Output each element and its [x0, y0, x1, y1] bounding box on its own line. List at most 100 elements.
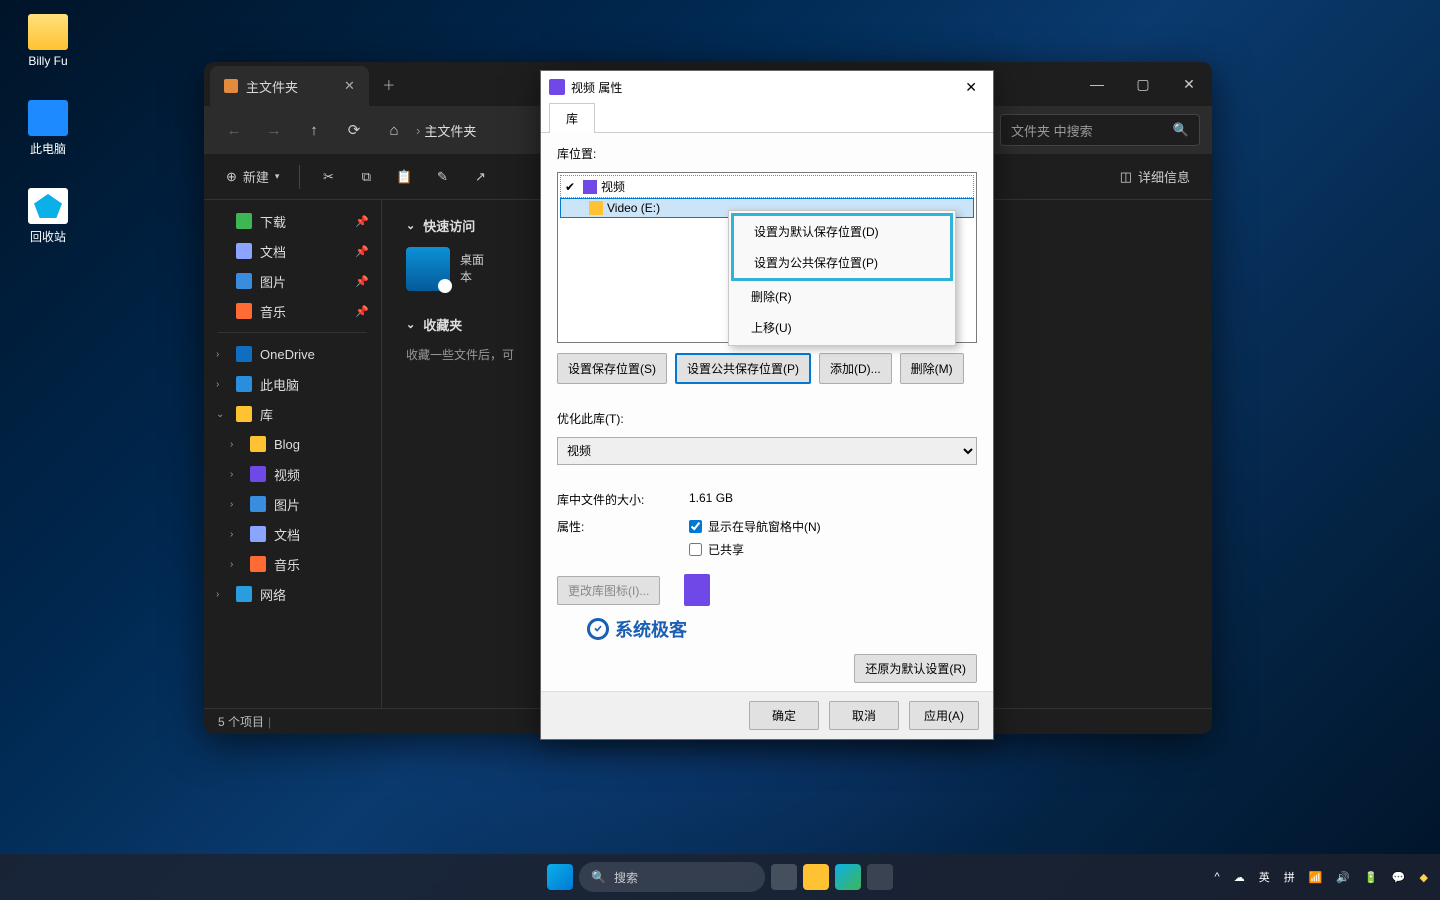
- ctx-set-default-save[interactable]: 设置为默认保存位置(D): [734, 216, 950, 247]
- breadcrumb-separator: ›: [416, 123, 420, 138]
- chevron-right-icon: ›: [230, 469, 242, 480]
- onedrive-icon: [236, 346, 252, 362]
- desktop-icon-label: Billy Fu: [28, 54, 67, 68]
- new-button[interactable]: ⊕新建▾: [218, 161, 287, 192]
- apply-button[interactable]: 应用(A): [909, 701, 979, 730]
- list-item-root[interactable]: ✔ 视频: [560, 175, 974, 198]
- sidebar-item-blog[interactable]: ›Blog: [204, 429, 381, 459]
- home-button[interactable]: ⌂: [376, 112, 412, 148]
- ctx-set-public-save[interactable]: 设置为公共保存位置(P): [734, 247, 950, 278]
- set-save-location-button[interactable]: 设置保存位置(S): [557, 353, 667, 384]
- music-icon: [250, 556, 266, 572]
- library-location-label: 库位置:: [557, 145, 977, 162]
- refresh-button[interactable]: ⟳: [336, 112, 372, 148]
- edge-taskbar-icon[interactable]: [835, 864, 861, 890]
- forward-button[interactable]: →: [256, 112, 292, 148]
- details-button[interactable]: ◫详细信息: [1112, 161, 1198, 192]
- sidebar-item-network[interactable]: ›网络: [204, 579, 381, 609]
- tab-library[interactable]: 库: [549, 103, 595, 133]
- ime-lang[interactable]: 英: [1259, 869, 1270, 885]
- set-public-save-button[interactable]: 设置公共保存位置(P): [675, 353, 811, 384]
- battery-icon[interactable]: 🔋: [1364, 871, 1378, 884]
- cancel-button[interactable]: 取消: [829, 701, 899, 730]
- explorer-taskbar-icon[interactable]: [803, 864, 829, 890]
- volume-icon[interactable]: 🔊: [1336, 871, 1350, 884]
- dialog-close-button[interactable]: ✕: [957, 77, 985, 98]
- video-icon: [583, 180, 597, 194]
- sidebar-item-documents[interactable]: 文档📌: [204, 236, 381, 266]
- divider: [299, 165, 300, 189]
- close-button[interactable]: ✕: [1166, 62, 1212, 106]
- properties-dialog: 视频 属性 ✕ 库 库位置: ✔ 视频 Video (E:) 设置保存位置(S)…: [540, 70, 994, 740]
- chevron-right-icon: ›: [216, 589, 228, 600]
- back-button[interactable]: ←: [216, 112, 252, 148]
- new-tab-button[interactable]: ＋: [369, 62, 409, 106]
- notification-icon[interactable]: 💬: [1392, 871, 1406, 884]
- restore-defaults-button[interactable]: 还原为默认设置(R): [854, 654, 977, 683]
- sidebar-item-thispc[interactable]: ›此电脑: [204, 369, 381, 399]
- sidebar-item-library[interactable]: ⌄库: [204, 399, 381, 429]
- share-icon: ↗: [475, 169, 486, 185]
- shared-checkbox[interactable]: 已共享: [689, 541, 977, 558]
- desktop-icon-user[interactable]: Billy Fu: [18, 14, 78, 68]
- rename-button[interactable]: ✎: [426, 163, 458, 191]
- tab-close-button[interactable]: ✕: [344, 78, 355, 94]
- attributes-label: 属性:: [557, 518, 673, 535]
- sidebar-item-downloads[interactable]: 下载📌: [204, 206, 381, 236]
- minimize-button[interactable]: —: [1074, 62, 1120, 106]
- desktop-icon-thispc[interactable]: 此电脑: [18, 100, 78, 157]
- document-icon: [250, 526, 266, 542]
- chevron-right-icon: ›: [230, 439, 242, 450]
- wifi-icon[interactable]: 📶: [1309, 871, 1323, 884]
- watermark-icon: [587, 618, 609, 640]
- checkmark-icon: ✔: [565, 180, 579, 194]
- add-button[interactable]: 添加(D)...: [819, 353, 892, 384]
- share-button[interactable]: ↗: [464, 163, 496, 191]
- up-button[interactable]: ↑: [296, 112, 332, 148]
- store-taskbar-icon[interactable]: [867, 864, 893, 890]
- sidebar-item-music[interactable]: 音乐📌: [204, 296, 381, 326]
- navigation-pane: 下载📌 文档📌 图片📌 音乐📌 ›OneDrive ›此电脑 ⌄库 ›Blog …: [204, 200, 382, 708]
- onedrive-tray-icon[interactable]: ☁: [1234, 871, 1245, 884]
- pin-icon: 📌: [355, 275, 369, 288]
- sidebar-item-onedrive[interactable]: ›OneDrive: [204, 339, 381, 369]
- copy-button[interactable]: ⧉: [350, 163, 382, 191]
- pin-icon: 📌: [355, 305, 369, 318]
- ime-mode[interactable]: 拼: [1284, 869, 1295, 885]
- explorer-tab[interactable]: 主文件夹 ✕: [210, 66, 369, 106]
- dialog-title: 视频 属性: [571, 79, 622, 96]
- folder-icon: [589, 201, 603, 215]
- optimize-select[interactable]: 视频: [557, 437, 977, 465]
- sidebar-item-pictures[interactable]: 图片📌: [204, 266, 381, 296]
- chevron-down-icon: ⌄: [406, 318, 415, 331]
- show-in-nav-checkbox[interactable]: 显示在导航窗格中(N): [689, 518, 977, 535]
- dialog-titlebar: 视频 属性 ✕: [541, 71, 993, 103]
- size-value: 1.61 GB: [689, 491, 977, 505]
- optimize-label: 优化此库(T):: [557, 410, 977, 427]
- paste-button[interactable]: 📋: [388, 163, 420, 191]
- ctx-delete[interactable]: 删除(R): [731, 281, 953, 312]
- remove-button[interactable]: 删除(M): [900, 353, 964, 384]
- maximize-button[interactable]: ▢: [1120, 62, 1166, 106]
- divider: [218, 332, 367, 333]
- change-icon-button[interactable]: 更改库图标(I)...: [557, 576, 660, 605]
- size-label: 库中文件的大小:: [557, 491, 673, 508]
- tray-chevron-icon[interactable]: ^: [1215, 871, 1220, 883]
- context-menu: 设置为默认保存位置(D) 设置为公共保存位置(P) 删除(R) 上移(U): [728, 210, 956, 346]
- chevron-right-icon: ›: [216, 349, 228, 360]
- sidebar-item-documents-lib[interactable]: ›文档: [204, 519, 381, 549]
- taskbar-search[interactable]: 🔍搜索: [579, 862, 765, 892]
- copilot-icon[interactable]: ◆: [1420, 871, 1428, 884]
- cut-button[interactable]: ✂: [312, 163, 344, 191]
- search-input[interactable]: 文件夹 中搜索 🔍: [1000, 114, 1200, 146]
- chevron-right-icon: ›: [230, 559, 242, 570]
- sidebar-item-music-lib[interactable]: ›音乐: [204, 549, 381, 579]
- sidebar-item-video[interactable]: ›视频: [204, 459, 381, 489]
- start-button[interactable]: [547, 864, 573, 890]
- sidebar-item-pictures-lib[interactable]: ›图片: [204, 489, 381, 519]
- ok-button[interactable]: 确定: [749, 701, 819, 730]
- desktop-icon-recyclebin[interactable]: 回收站: [18, 188, 78, 245]
- task-view-button[interactable]: [771, 864, 797, 890]
- system-tray: ^ ☁ 英 拼 📶 🔊 🔋 💬 ◆: [1215, 869, 1440, 885]
- ctx-move-up[interactable]: 上移(U): [731, 312, 953, 343]
